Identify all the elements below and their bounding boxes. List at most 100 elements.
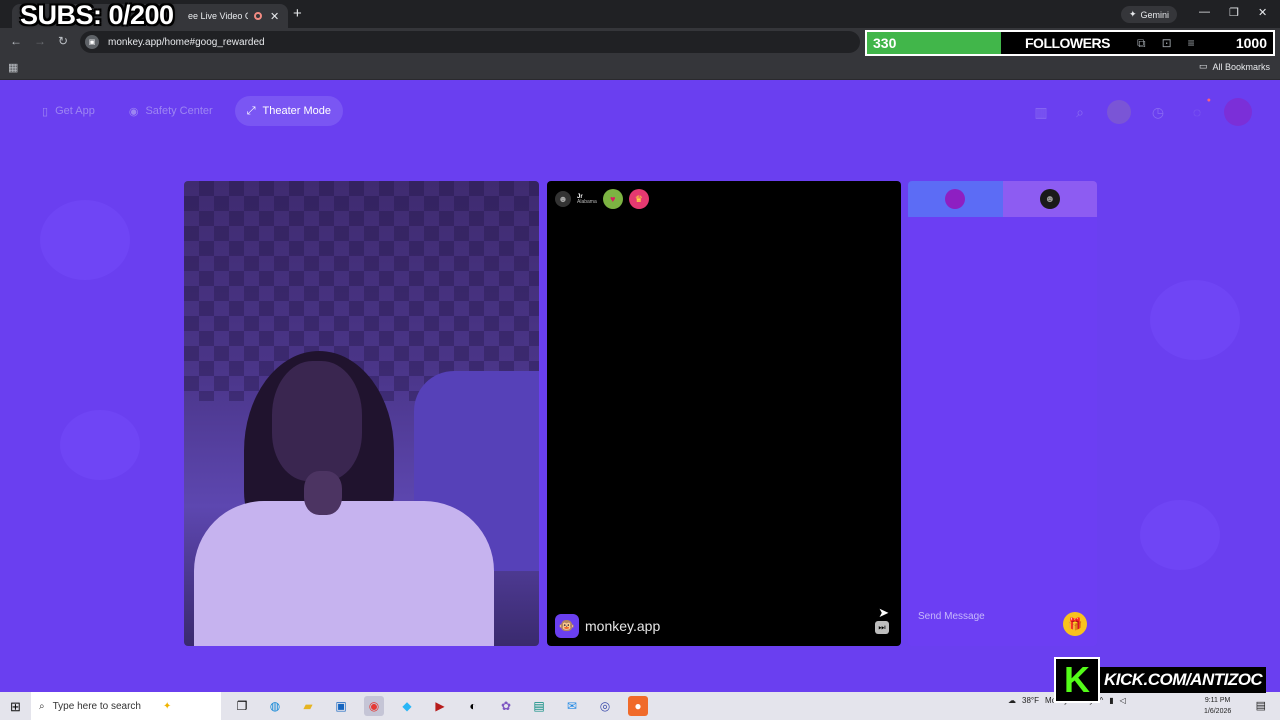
chat-tab-self[interactable] [908,181,1003,217]
chat-tab-peer[interactable]: ☻ [1002,181,1097,217]
person-head [272,361,362,481]
peer-video: ☻ Jr Alabama ♥ ♛ 🐵 monkey.app ➤ ⏭ [547,181,901,646]
monkey-app-page: ▯ Get App ◉ Safety Center ⤢ Theater Mode… [0,80,1280,692]
search-icon[interactable]: ⌕ [1068,100,1092,124]
followers-label: FOLLOWERS [1025,35,1110,51]
taskbar-apps: ❐ ◍ ▰ ▣ ◉ ◆ ▶ ◐ ✿ ▤ ✉ ◎ ● [232,696,648,716]
tab-search-icon[interactable]: ⊡ [1162,36,1172,51]
header-actions: ▥ ⌕ ◷ ◌ ● [1029,97,1252,126]
history-icon[interactable]: ◷ [1146,100,1170,124]
chat-tabs: ☻ [908,181,1097,217]
monkey-logo-icon: 🐵 [555,614,579,638]
bookmarks-bar: ▦ ▭ All Bookmarks [0,56,1280,80]
app-icon[interactable]: ◎ [595,696,615,716]
shop-icon[interactable]: ▥ [1029,100,1053,124]
background-blob [40,200,130,280]
recording-indicator-icon [254,12,262,20]
subs-goal-overlay: SUBS: 0/200 [20,0,174,30]
friend-avatar[interactable] [1107,100,1131,124]
all-bookmarks-button[interactable]: ▭ All Bookmarks [1199,61,1270,72]
edge-icon[interactable]: ◍ [265,696,285,716]
file-explorer-icon[interactable]: ▰ [298,696,318,716]
safety-center-label: Safety Center [145,105,213,117]
peer-location: Alabama [577,198,597,205]
brand-watermark: 🐵 monkey.app [555,614,660,638]
sparkle-icon: ✦ [163,700,172,712]
followers-goal-overlay: 330 FOLLOWERS ⧉ ⊡ ≡ 1000 [865,30,1275,56]
weather-icon: ☁ [1008,696,1016,705]
chrome-icon[interactable]: ◉ [364,696,384,716]
extensions-icon[interactable]: ⧉ [1137,36,1146,51]
new-tab-button[interactable]: + [293,5,302,22]
tab-title: ee Live Video Ch [188,11,248,21]
store-icon[interactable]: ▣ [331,696,351,716]
apps-grid-icon[interactable]: ▦ [8,61,18,74]
expand-icon: ⤢ [246,104,256,117]
menu-icon[interactable]: ≡ [1188,36,1195,51]
restore-icon[interactable]: ❐ [1229,6,1239,19]
app-icon[interactable]: ✿ [496,696,516,716]
send-message-input[interactable]: Send Message [918,611,985,622]
peer-info: ☻ Jr Alabama ♥ ♛ [555,189,649,209]
background-blob [1150,280,1240,360]
notification-dot: ● [1206,97,1211,104]
clock-date: 1/6/2026 [1204,708,1232,715]
4k-app-icon[interactable]: ◐ [463,696,483,716]
mouse-cursor-icon: ➤ [878,605,889,620]
messages-icon[interactable]: ◌ ● [1185,97,1211,124]
search-icon: ⌕ [39,700,45,712]
task-view-icon[interactable]: ❐ [232,696,252,716]
theater-mode-button[interactable]: ⤢ Theater Mode [234,96,343,126]
weather-temp: 38°F [1022,696,1039,705]
reload-icon[interactable]: ↻ [58,34,68,48]
top-nav: ▯ Get App ◉ Safety Center ⤢ Theater Mode [30,96,343,126]
phone-icon: ▯ [42,105,49,118]
minimize-icon[interactable]: — [1199,6,1210,18]
self-avatar [945,189,966,209]
heart-badge-icon[interactable]: ♥ [602,189,623,209]
close-window-icon[interactable]: ✕ [1258,6,1267,19]
forward-icon[interactable]: → [34,34,46,48]
app-icon[interactable]: ◆ [397,696,417,716]
back-icon[interactable]: ← [10,34,22,48]
get-app-label: Get App [55,105,95,117]
gemini-label: Gemini [1140,9,1170,20]
person-hand [304,471,342,515]
gift-button[interactable]: 🎁 [1063,612,1087,636]
followers-goal: 1000 [1235,35,1267,51]
tab-close-icon[interactable]: ✕ [270,10,279,23]
followers-count: 330 [873,35,897,51]
sparkle-icon: ✦ [1129,9,1137,19]
outlook-icon[interactable]: ✉ [562,696,582,716]
gemini-button[interactable]: ✦ Gemini [1121,6,1178,23]
peer-text: Jr Alabama [577,194,597,205]
chat-panel: ☻ Send Message 🎁 [908,181,1097,646]
peer-chat-avatar: ☻ [1039,189,1060,209]
profile-avatar[interactable] [1224,98,1252,126]
all-bookmarks-label: All Bookmarks [1212,61,1270,72]
kick-logo-icon: K [1054,656,1100,703]
peer-avatar[interactable]: ☻ [555,191,571,207]
browser-tab-bar: ee Live Video Ch ✕ + ✦ Gemini — ❐ ✕ [0,0,1280,28]
skip-next-button[interactable]: ⏭ [875,621,889,634]
brand-name: monkey.app [585,618,661,634]
browser-extension-icons: ⧉ ⊡ ≡ [1137,36,1195,51]
kick-overlay: K KICK.COM/ANTIZOC [1054,656,1280,703]
get-app-button[interactable]: ▯ Get App [30,96,107,126]
shield-icon: ◉ [128,105,139,118]
folder-icon: ▭ [1198,61,1208,71]
taskbar-search[interactable]: ⌕ Type here to search ✦ [31,692,221,720]
self-video [184,181,539,646]
gift-badge-icon[interactable]: ♛ [628,189,649,209]
background-blob [60,410,140,480]
app-icon[interactable]: ▤ [529,696,549,716]
safety-center-button[interactable]: ◉ Safety Center [117,96,225,126]
site-info-icon[interactable]: ▣ [85,35,99,49]
taskbar-search-placeholder: Type here to search [52,700,141,712]
kick-url: KICK.COM/ANTIZOC [1100,666,1267,693]
capcut-icon[interactable]: ▶ [430,696,450,716]
address-bar[interactable]: ▣ monkey.app/home#goog_rewarded [80,31,860,53]
obs-icon[interactable]: ● [628,696,648,716]
background-blob [1140,500,1220,570]
windows-start-icon[interactable]: ⊞ [10,699,21,715]
